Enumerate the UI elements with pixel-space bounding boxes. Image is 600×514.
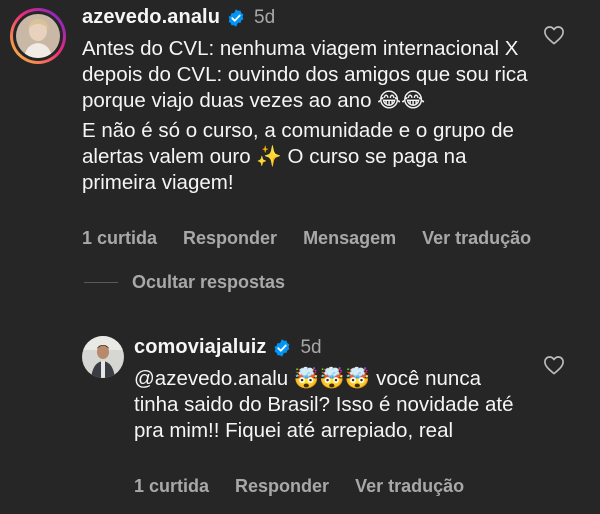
reply-item: comoviajaluiz 5d @azevedo.analu 🤯🤯🤯 você… bbox=[0, 330, 600, 514]
hide-replies-toggle[interactable]: Ocultar respostas bbox=[84, 272, 285, 293]
heart-outline-icon[interactable] bbox=[543, 25, 565, 45]
see-translation-button[interactable]: Ver tradução bbox=[355, 476, 464, 497]
divider bbox=[84, 282, 118, 283]
see-translation-button[interactable]: Ver tradução bbox=[422, 228, 531, 249]
heart-outline-icon[interactable] bbox=[543, 355, 565, 375]
reply-timestamp: 5d bbox=[300, 336, 322, 358]
reply-button[interactable]: Responder bbox=[183, 228, 277, 249]
avatar[interactable] bbox=[82, 336, 124, 378]
verified-badge-icon bbox=[228, 8, 244, 27]
comment-username[interactable]: azevedo.analu bbox=[82, 6, 220, 29]
likes-count[interactable]: 1 curtida bbox=[82, 228, 157, 249]
hide-replies-label[interactable]: Ocultar respostas bbox=[132, 272, 285, 293]
avatar[interactable] bbox=[10, 8, 66, 64]
comment-timestamp: 5d bbox=[254, 6, 276, 28]
reply-text: @azevedo.analu 🤯🤯🤯 você nunca tinha said… bbox=[134, 367, 514, 442]
avatar-photo-icon bbox=[16, 14, 60, 58]
message-button[interactable]: Mensagem bbox=[303, 228, 396, 249]
avatar-photo-icon bbox=[82, 336, 124, 378]
comment-actions: 1 curtida Responder Mensagem Ver traduçã… bbox=[82, 228, 557, 249]
likes-count[interactable]: 1 curtida bbox=[134, 476, 209, 497]
comment-text: Antes do CVL: nenhuma viagem internacion… bbox=[82, 36, 532, 196]
comment-item: azevedo.analu 5d Antes do CVL: nenhuma v… bbox=[0, 0, 600, 260]
comment-paragraph: Antes do CVL: nenhuma viagem internacion… bbox=[82, 37, 528, 112]
reply-username[interactable]: comoviajaluiz bbox=[134, 336, 266, 359]
reply-actions: 1 curtida Responder Ver tradução bbox=[134, 476, 490, 497]
verified-badge-icon bbox=[275, 338, 290, 357]
comment-paragraph: E não é só o curso, a comunidade e o gru… bbox=[82, 119, 514, 194]
reply-button[interactable]: Responder bbox=[235, 476, 329, 497]
